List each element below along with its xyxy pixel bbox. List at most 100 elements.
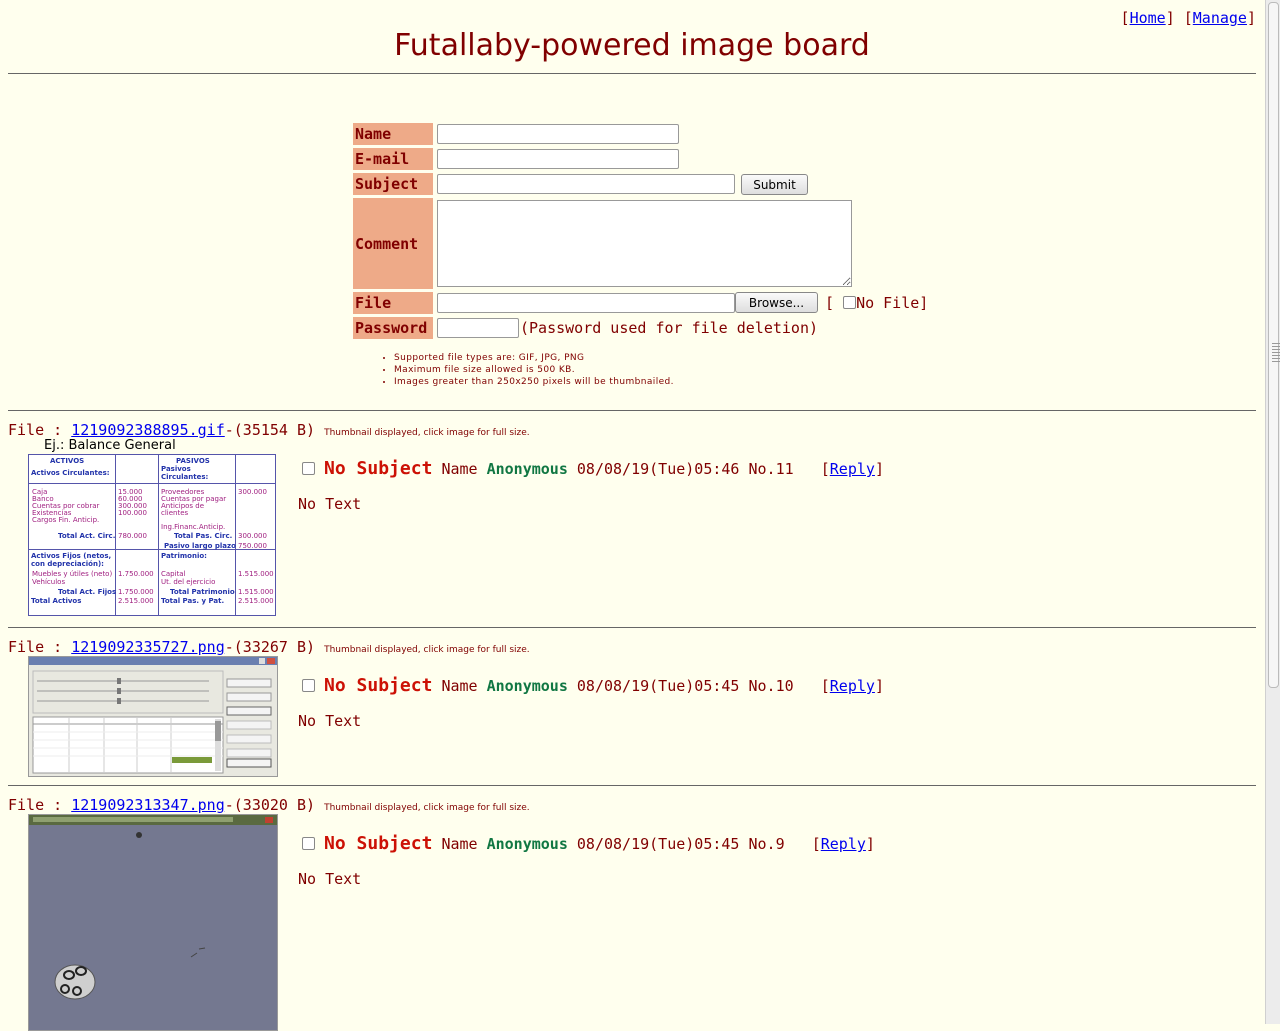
delete-checkbox[interactable] [302,837,315,850]
svg-text:Cargos Fin. Anticip.: Cargos Fin. Anticip. [32,516,99,524]
email-label: E-mail [353,148,433,170]
post-subject: No Subject [324,458,433,479]
svg-text:Activos Circulantes:: Activos Circulantes: [31,469,110,477]
thumb-header-pasivos: PASIVOS [176,457,210,465]
thumb-header-activos: ACTIVOS [50,457,84,465]
rule-item: Supported file types are: GIF, JPG, PNG [394,352,674,364]
manage-link[interactable]: Manage [1193,9,1247,27]
svg-text:Total Patrimonio: Total Patrimonio [170,588,235,596]
thumbnail-hint: Thumbnail displayed, click image for ful… [324,645,530,655]
post-thumbnail-app-window[interactable] [28,656,278,777]
svg-text:2.515.000: 2.515.000 [238,597,274,605]
svg-text:Vehículos: Vehículos [32,578,65,586]
svg-text:Pasivos: Pasivos [161,465,191,473]
svg-text:Ut. del ejercicio: Ut. del ejercicio [161,578,215,586]
poster-name: Anonymous [486,677,568,695]
subject-input[interactable] [437,174,735,194]
post-header: No Subject Name Anonymous 08/08/19(Tue)0… [302,675,884,696]
post-header: No Subject Name Anonymous 08/08/19(Tue)0… [302,458,884,479]
upload-rules: Supported file types are: GIF, JPG, PNG … [380,352,674,388]
home-link[interactable]: Home [1130,9,1166,27]
rule-item: Maximum file size allowed is 500 KB. [394,364,674,376]
post-divider [8,627,1256,628]
post-body: No Text [298,870,362,888]
post-number[interactable]: No.11 [749,460,794,478]
no-file-label: No File [856,294,920,312]
vertical-scrollbar[interactable] [1265,0,1280,1024]
spinning-ball-icon [54,964,96,1000]
file-size: -(33020 B) [224,796,316,814]
comment-textarea[interactable] [437,200,852,287]
file-info: File : 1219092313347.png-(33020 B) Thumb… [8,796,530,814]
post-thumbnail-game-window[interactable] [28,814,278,1031]
scrollbar-grip-icon [1272,343,1280,363]
svg-text:Pasivo largo plazo: Pasivo largo plazo [164,542,236,550]
svg-text:Capital: Capital [161,570,186,578]
svg-text:Ing.Financ.Anticip.: Ing.Financ.Anticip. [161,523,225,531]
post-datetime: 08/08/19(Tue)05:45 [576,835,740,853]
name-field-label: Name [441,460,478,478]
svg-text:1.515.000: 1.515.000 [238,588,274,596]
svg-text:Circulantes:: Circulantes: [161,473,208,481]
svg-text:100.000: 100.000 [118,509,147,517]
svg-text:Activos Fijos (netos,: Activos Fijos (netos, [31,552,111,560]
no-file-checkbox[interactable] [843,296,857,309]
reply-link[interactable]: Reply [821,835,866,853]
post-subject: No Subject [324,833,433,854]
delete-checkbox[interactable] [302,679,315,692]
svg-text:1.515.000: 1.515.000 [238,570,274,578]
header-divider [8,73,1256,74]
post-datetime: 08/08/19(Tue)05:45 [576,677,740,695]
post-body: No Text [298,495,362,513]
submit-button[interactable]: Submit [741,174,808,195]
svg-text:1.750.000: 1.750.000 [118,588,154,596]
balance-sheet-image: CajaBancoCuentas por cobrar ExistenciasC… [28,454,276,616]
svg-text:780.000: 780.000 [118,532,147,540]
file-info: File : 1219092335727.png-(33267 B) Thumb… [8,638,530,656]
app-window-image [29,657,277,774]
file-link[interactable]: 1219092335727.png [71,638,225,656]
password-note: (Password used for file deletion) [520,319,819,337]
browse-button[interactable]: Browse... [735,292,818,313]
svg-text:Total Act. Circ.: Total Act. Circ. [58,532,115,540]
post-datetime: 08/08/19(Tue)05:46 [576,460,740,478]
thumbnail-hint: Thumbnail displayed, click image for ful… [324,803,530,813]
svg-text:Total Activos: Total Activos [31,597,81,605]
delete-checkbox[interactable] [302,462,315,475]
file-label: File [353,292,433,314]
name-input[interactable] [437,124,679,144]
post-number[interactable]: No.9 [749,835,785,853]
name-label: Name [353,123,433,145]
post-number[interactable]: No.10 [749,677,794,695]
svg-text:300.000: 300.000 [238,532,267,540]
form-divider [8,410,1256,411]
svg-text:300.000: 300.000 [238,488,267,496]
poster-name: Anonymous [486,460,568,478]
svg-text:con depreciación):: con depreciación): [31,560,104,568]
password-input[interactable] [437,318,519,338]
file-info: File : 1219092388895.gif-(35154 B) Thumb… [8,421,530,439]
post-subject: No Subject [324,675,433,696]
svg-text:1.750.000: 1.750.000 [118,570,154,578]
svg-text:Total Act. Fijos: Total Act. Fijos [58,588,116,596]
file-link[interactable]: 1219092313347.png [71,796,225,814]
subject-label: Subject [353,173,433,195]
reply-link[interactable]: Reply [830,460,875,478]
email-input[interactable] [437,149,679,169]
file-size: -(35154 B) [224,421,316,439]
svg-text:clientes: clientes [161,509,189,517]
name-field-label: Name [441,835,478,853]
post-body: No Text [298,712,362,730]
scrollbar-thumb[interactable] [1268,2,1280,688]
file-size: -(33267 B) [224,638,316,656]
svg-text:Total Pas. Circ.: Total Pas. Circ. [174,532,232,540]
poster-name: Anonymous [486,835,568,853]
svg-text:750.000: 750.000 [238,542,267,550]
post-thumbnail-balance-sheet[interactable]: Ej.: Balance General Caja Banco Cuentas po… [28,438,277,616]
password-label: Password [353,317,433,339]
reply-link[interactable]: Reply [830,677,875,695]
rule-item: Images greater than 250x250 pixels will … [394,376,674,388]
file-path-field[interactable] [437,293,735,313]
thumbnail-hint: Thumbnail displayed, click image for ful… [324,428,530,438]
file-link[interactable]: 1219092388895.gif [71,421,225,439]
